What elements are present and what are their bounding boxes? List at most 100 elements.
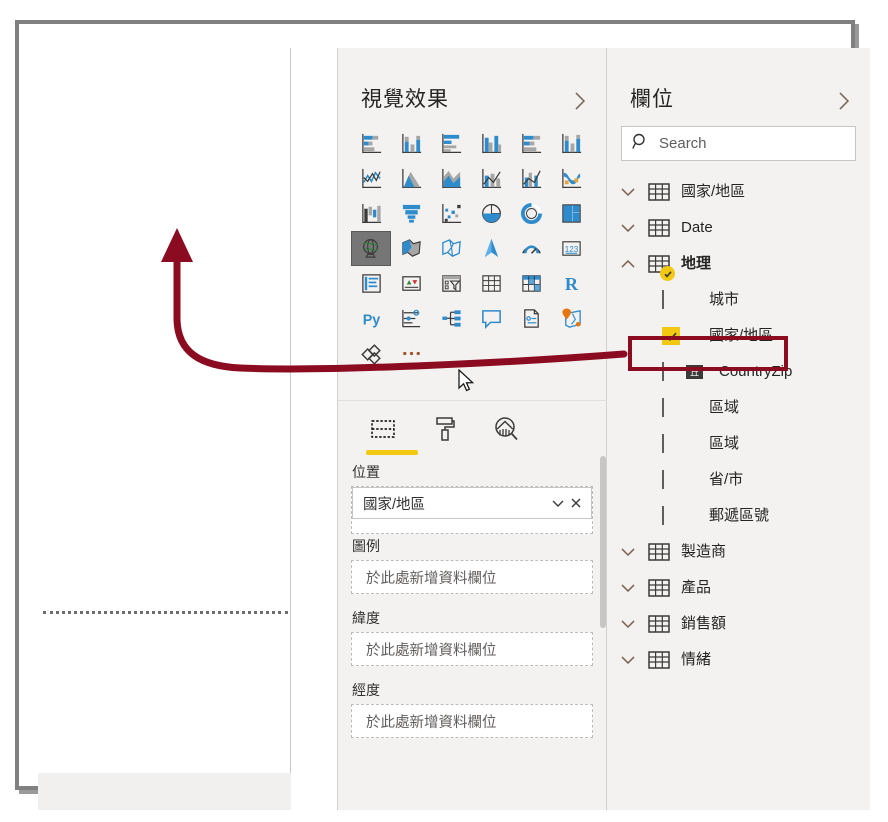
well-chip-0[interactable]: 國家/地區 — [352, 487, 592, 519]
smart-narrative-icon[interactable] — [471, 301, 511, 336]
azure-map-icon[interactable] — [471, 231, 511, 266]
fields-tree[interactable]: 國家/地區 Date 地理 城市 國家/地區丘 CountryZip 區域 區域 省/市 郵遞區號… — [607, 174, 870, 678]
chevron-down-icon[interactable] — [620, 221, 636, 235]
key-influencers-icon[interactable] — [391, 301, 431, 336]
tab-fields[interactable] — [362, 414, 404, 444]
area-chart-icon[interactable] — [391, 161, 431, 196]
visualizations-pane-header: 視覺效果 — [338, 48, 606, 116]
visualizations-pane-scrollbar[interactable] — [600, 456, 606, 628]
well-dropzone-2[interactable]: 於此處新增資料欄位 — [351, 632, 593, 666]
shape-map-icon[interactable] — [431, 231, 471, 266]
field-wells[interactable]: 位置 國家/地區 圖例 於此處新增資料欄位 緯度 於此處新增資料欄位 經度 於此處新增資料欄位 — [338, 458, 607, 810]
filled-map-icon[interactable] — [391, 231, 431, 266]
clustered-column-chart-icon[interactable] — [471, 126, 511, 161]
fields-field-row[interactable]: 區域 — [607, 390, 870, 426]
map-icon[interactable] — [351, 231, 391, 266]
100-stacked-bar-chart-icon[interactable] — [511, 126, 551, 161]
chevron-up-icon[interactable] — [620, 257, 636, 271]
field-checkbox[interactable] — [662, 290, 680, 309]
field-checkbox[interactable] — [662, 327, 680, 345]
close-icon[interactable] — [567, 494, 585, 512]
100-stacked-column-chart-icon[interactable] — [551, 126, 591, 161]
fields-table-row[interactable]: 產品 — [607, 570, 870, 606]
line-and-stacked-column-chart-icon[interactable] — [471, 161, 511, 196]
fields-field-row[interactable]: 城市 — [607, 282, 870, 318]
stacked-column-chart-icon[interactable] — [391, 126, 431, 161]
pie-chart-icon[interactable] — [471, 196, 511, 231]
fields-table-row[interactable]: Date — [607, 210, 870, 246]
fields-field-row[interactable]: 國家/地區 — [607, 318, 870, 354]
decomposition-tree-icon[interactable] — [431, 301, 471, 336]
kpi-icon[interactable] — [391, 266, 431, 301]
fields-table-row[interactable]: 地理 — [607, 246, 870, 282]
power-bi-screenshot: 篩選 視覺效果 123 R Py — [0, 0, 888, 822]
card-icon[interactable]: 123 — [551, 231, 591, 266]
gauge-chart-icon[interactable] — [511, 231, 551, 266]
funnel-chart-icon[interactable] — [391, 196, 431, 231]
fields-table-row[interactable]: 銷售額 — [607, 606, 870, 642]
fields-field-row[interactable]: 郵遞區號 — [607, 498, 870, 534]
well-label-0: 位置 — [352, 464, 380, 480]
fields-table-label: 情緒 — [681, 651, 712, 668]
report-canvas[interactable] — [38, 48, 291, 773]
visual-type-gallery[interactable]: 123 R Py — [351, 126, 593, 396]
search-icon — [632, 133, 649, 155]
line-and-clustered-column-chart-icon[interactable] — [511, 161, 551, 196]
slicer-icon[interactable] — [431, 266, 471, 301]
fields-field-row[interactable]: 區域 — [607, 426, 870, 462]
fields-table-row[interactable]: 情緒 — [607, 642, 870, 678]
chevron-down-icon[interactable] — [549, 494, 567, 512]
well-dropzone-3[interactable]: 於此處新增資料欄位 — [351, 704, 593, 738]
fields-field-row[interactable]: 省/市 — [607, 462, 870, 498]
table-in-use-badge — [660, 266, 675, 281]
matrix-icon[interactable] — [511, 266, 551, 301]
filters-pane-collapsed[interactable]: 篩選 — [291, 48, 596, 810]
fields-field-label: 城市 — [709, 291, 740, 308]
field-checkbox[interactable] — [662, 434, 680, 453]
fields-pane-title: 欄位 — [630, 88, 674, 111]
tab-format[interactable] — [424, 414, 466, 444]
waterfall-chart-icon[interactable] — [351, 196, 391, 231]
visual-pane-tabs[interactable] — [338, 406, 607, 455]
tab-analytics[interactable] — [486, 414, 528, 444]
chevron-down-icon[interactable] — [620, 185, 636, 199]
svg-text:丘: 丘 — [690, 368, 699, 378]
chevron-down-icon[interactable] — [620, 617, 636, 631]
stacked-area-chart-icon[interactable] — [431, 161, 471, 196]
chevron-down-icon[interactable] — [620, 545, 636, 559]
field-checkbox[interactable] — [662, 506, 680, 525]
well-dropzone-1[interactable]: 於此處新增資料欄位 — [351, 560, 593, 594]
stacked-bar-chart-icon[interactable] — [351, 126, 391, 161]
more-options-icon[interactable] — [391, 336, 431, 371]
ribbon-chart-icon[interactable] — [551, 161, 591, 196]
chevron-down-icon[interactable] — [620, 581, 636, 595]
chevron-down-icon[interactable] — [620, 653, 636, 667]
field-checkbox[interactable] — [662, 398, 680, 417]
arcgis-maps-icon[interactable] — [551, 301, 591, 336]
python-visual-icon[interactable]: Py — [351, 301, 391, 336]
clustered-bar-chart-icon[interactable] — [431, 126, 471, 161]
chevron-right-icon[interactable] — [568, 90, 590, 112]
table-icon[interactable] — [471, 266, 511, 301]
line-chart-icon[interactable] — [351, 161, 391, 196]
power-apps-visual-icon[interactable] — [351, 336, 391, 371]
well-label-3: 經度 — [352, 682, 380, 698]
scatter-chart-icon[interactable] — [431, 196, 471, 231]
field-checkbox[interactable] — [662, 470, 680, 489]
r-script-visual-icon[interactable]: R — [551, 266, 591, 301]
multi-row-card-icon[interactable] — [351, 266, 391, 301]
table-icon — [648, 614, 670, 634]
fields-table-row[interactable]: 製造商 — [607, 534, 870, 570]
search-input[interactable]: Search — [621, 126, 856, 161]
fields-field-label: 省/市 — [709, 471, 744, 488]
treemap-icon[interactable] — [551, 196, 591, 231]
paginated-report-icon[interactable] — [511, 301, 551, 336]
fields-table-row[interactable]: 國家/地區 — [607, 174, 870, 210]
donut-chart-icon[interactable] — [511, 196, 551, 231]
fields-field-row[interactable]: 丘 CountryZip — [607, 354, 870, 390]
chevron-right-icon[interactable] — [832, 90, 854, 112]
fields-table-label: 產品 — [681, 579, 712, 596]
table-icon — [648, 578, 670, 598]
well-placeholder-2: 於此處新增資料欄位 — [366, 642, 497, 659]
field-checkbox[interactable] — [662, 362, 680, 381]
